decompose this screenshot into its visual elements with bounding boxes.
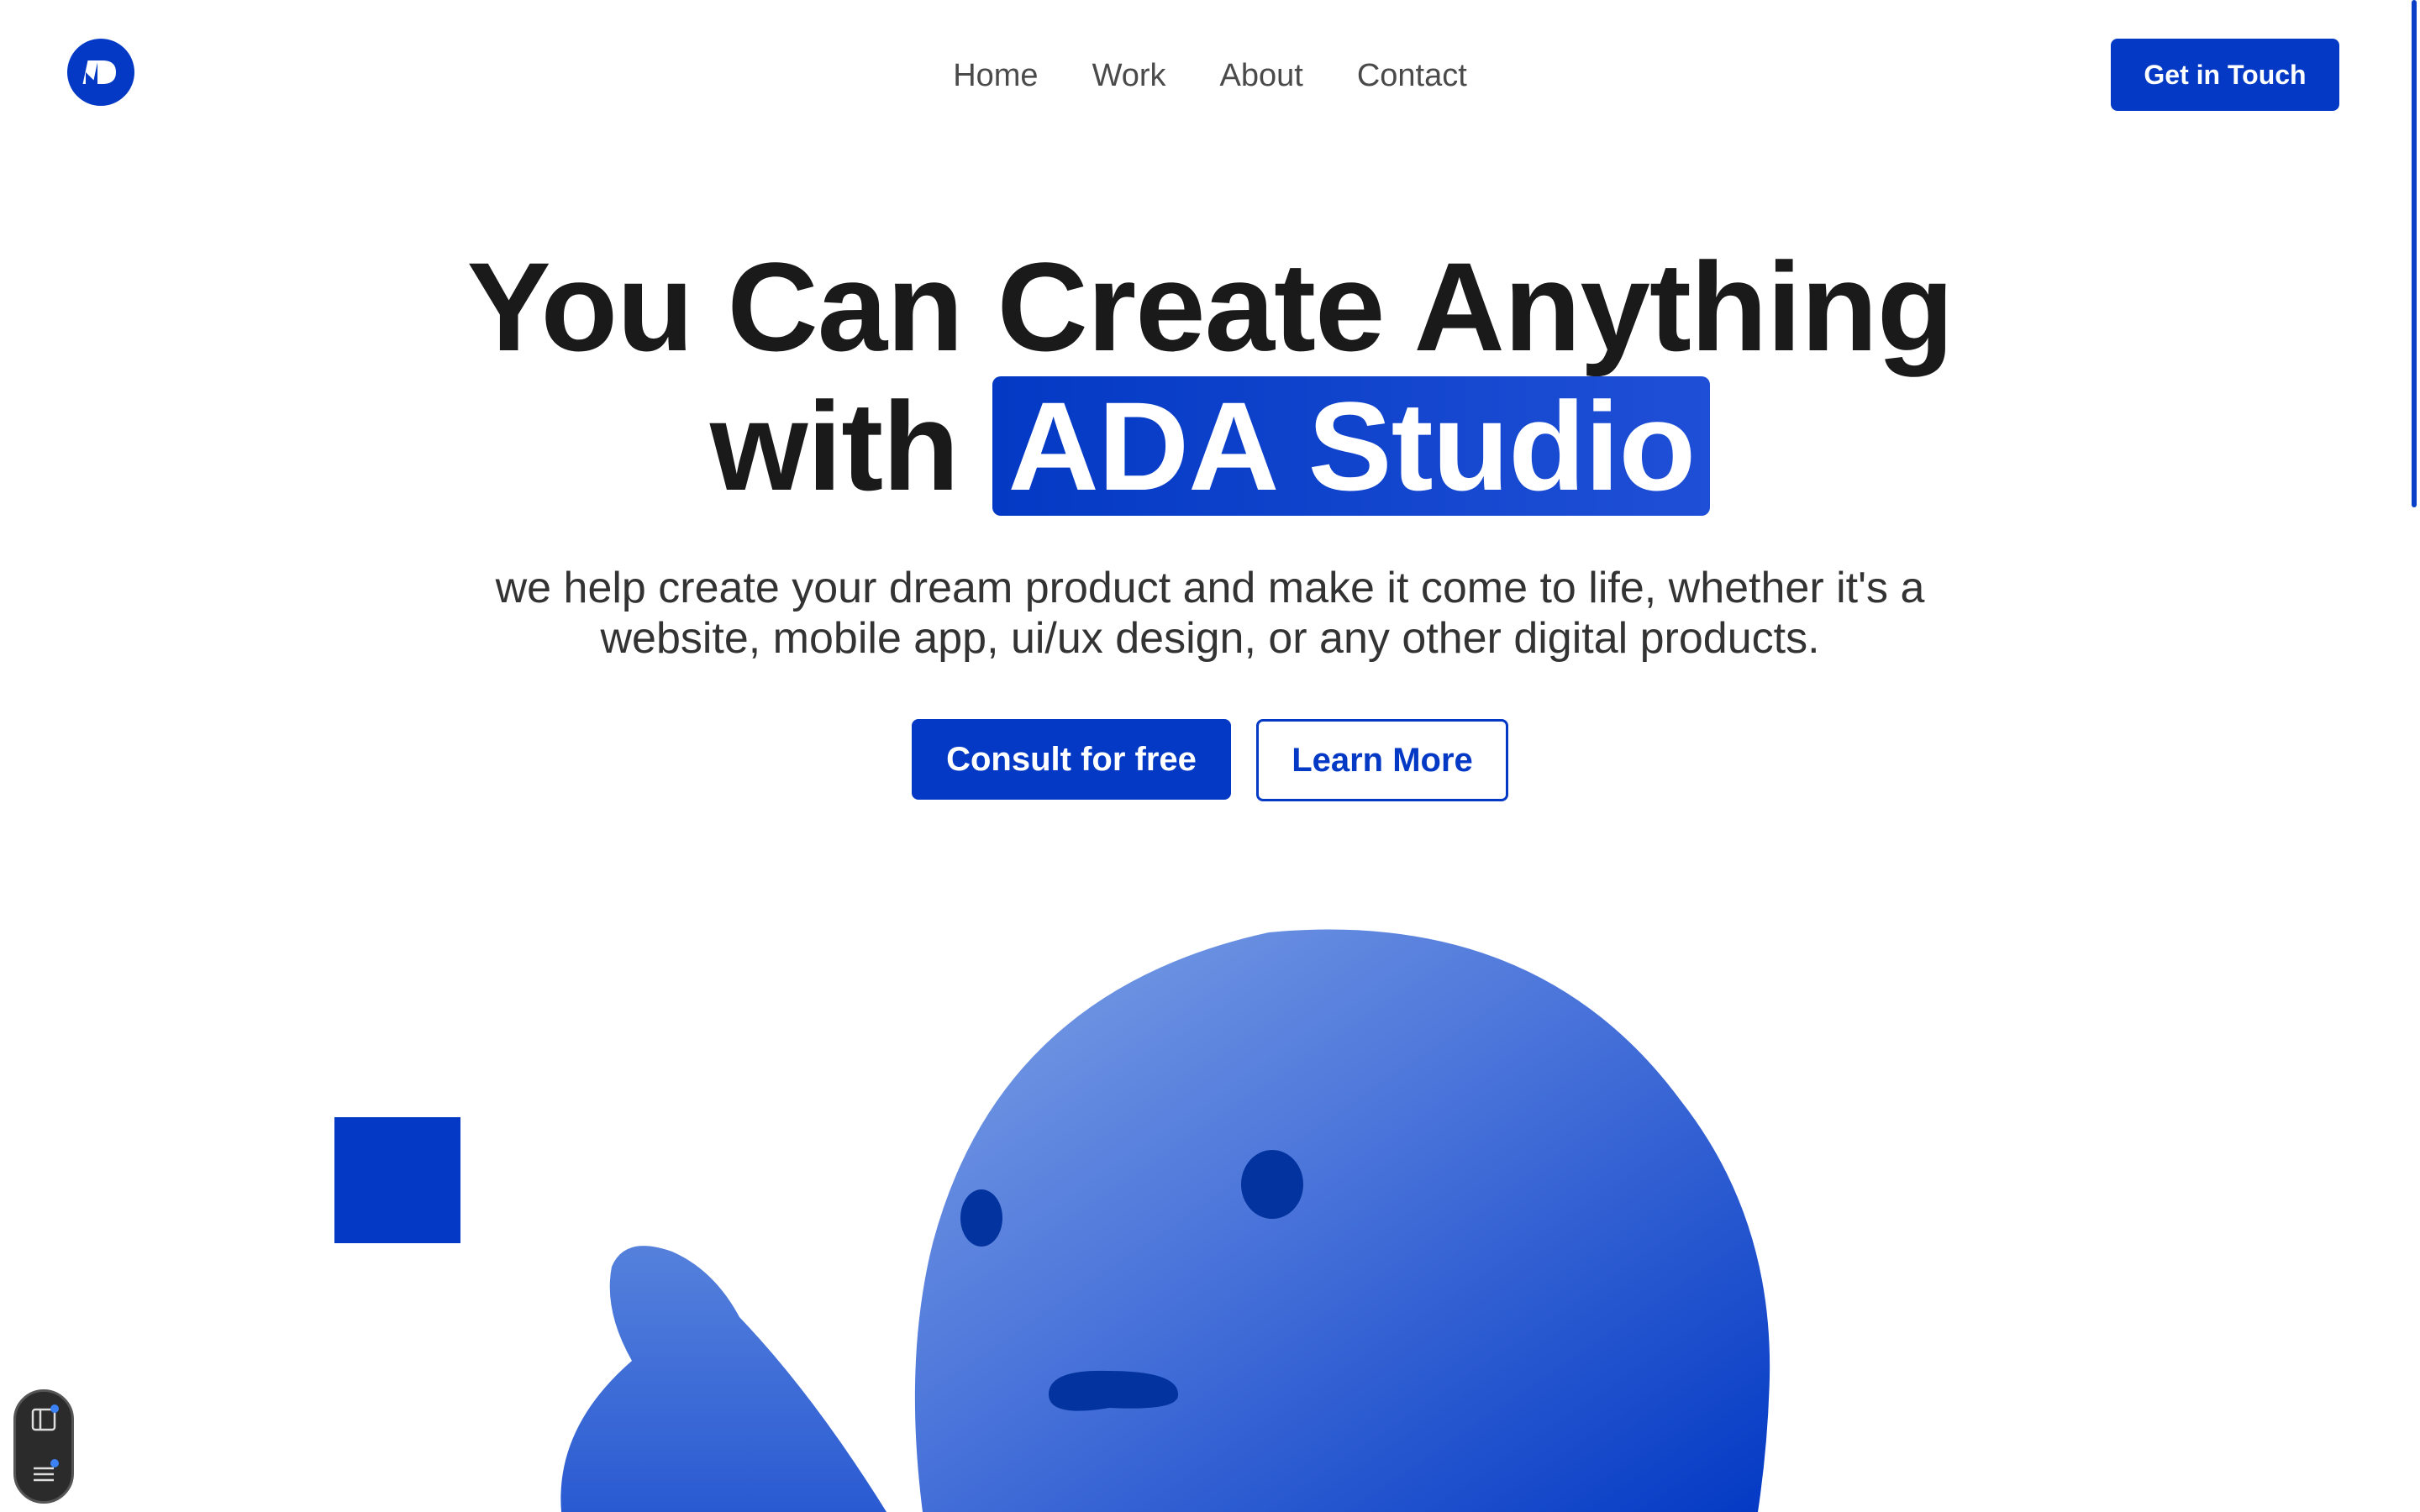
- main-nav: Home Work About Contact: [0, 50, 2420, 101]
- learn-more-button[interactable]: Learn More: [1256, 719, 1508, 801]
- hero-subtitle-line2: website, mobile app, ui/ux design, or an…: [600, 614, 1820, 663]
- landing-page: Home Work About Contact Get in Touch You…: [0, 0, 2420, 1512]
- hero-subtitle-line1: we help create your dream product and ma…: [495, 564, 1925, 612]
- floating-toolbar: [13, 1389, 74, 1504]
- character-body: [914, 929, 1770, 1512]
- hero-subtitle: we help create your dream product and ma…: [437, 563, 1983, 664]
- character-eye-left: [960, 1189, 1002, 1247]
- notification-dot: [50, 1404, 59, 1413]
- character-eye-right: [1241, 1150, 1303, 1219]
- nav-contact[interactable]: Contact: [1357, 50, 1467, 101]
- consult-button[interactable]: Consult for free: [912, 719, 1231, 800]
- blue-square-shape: [334, 1117, 460, 1243]
- notification-dot: [50, 1458, 59, 1467]
- nav-home[interactable]: Home: [953, 50, 1038, 101]
- nav-work[interactable]: Work: [1092, 50, 1166, 101]
- hero-title: You Can Create Anything with ADA Studio: [0, 237, 2420, 516]
- nav-about[interactable]: About: [1220, 50, 1303, 101]
- menu-list-icon[interactable]: [27, 1457, 60, 1491]
- hero-title-prefix: with: [709, 375, 960, 517]
- hero-buttons: Consult for free Learn More: [0, 719, 2420, 801]
- character-hand: [560, 1246, 886, 1512]
- hero-title-line2: with ADA Studio: [0, 376, 2420, 516]
- sidebar-panel-icon[interactable]: [27, 1403, 60, 1436]
- hero-title-line1: You Can Create Anything: [466, 236, 1954, 377]
- hero-illustration: [334, 929, 1770, 1512]
- hero-title-highlight: ADA Studio: [992, 376, 1711, 516]
- character-mouth: [1049, 1370, 1179, 1411]
- get-in-touch-button[interactable]: Get in Touch: [2111, 39, 2339, 111]
